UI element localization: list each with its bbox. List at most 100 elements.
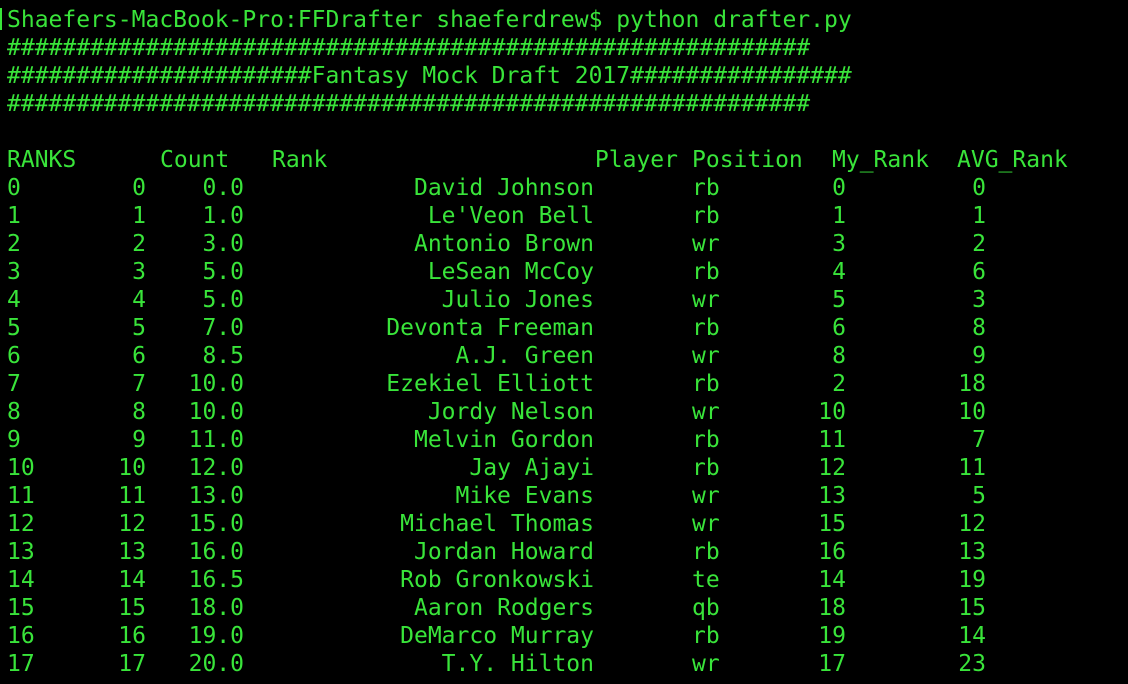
table-row: 7 7 10.0 Ezekiel Elliott rb 2 18 (0, 370, 1128, 398)
cell-position: rb (692, 371, 720, 397)
cell-count: 8 (132, 399, 146, 425)
header-position: Position (692, 147, 803, 173)
cell-rank: 5.0 (202, 259, 244, 285)
cell-position: rb (692, 203, 720, 229)
cell-player: Jay Ajayi (469, 455, 594, 481)
table-row: 9 9 11.0 Melvin Gordon rb 11 7 (0, 426, 1128, 454)
cell-position: wr (692, 511, 720, 537)
cell-my-rank: 13 (818, 483, 846, 509)
cell-count: 6 (132, 343, 146, 369)
cell-my-rank: 5 (832, 287, 846, 313)
table-row: 13 13 16.0 Jordan Howard rb 16 13 (0, 538, 1128, 566)
cell-my-rank: 6 (832, 315, 846, 341)
cell-rank: 1.0 (202, 203, 244, 229)
cell-my-rank: 14 (818, 567, 846, 593)
cell-position: rb (692, 427, 720, 453)
table-row: 6 6 8.5 A.J. Green wr 8 9 (0, 342, 1128, 370)
cell-my-rank: 11 (818, 427, 846, 453)
cell-count: 15 (118, 595, 146, 621)
cell-rank: 13.0 (188, 483, 244, 509)
cell-my-rank: 1 (832, 203, 846, 229)
cell-rank: 20.0 (188, 651, 244, 677)
cell-count: 14 (118, 567, 146, 593)
cell-index: 4 (7, 287, 21, 313)
cell-player: Antonio Brown (413, 231, 594, 257)
cell-index: 16 (7, 623, 35, 649)
table-row: 17 17 20.0 T.Y. Hilton wr 17 23 (0, 650, 1128, 678)
cell-avg-rank: 9 (972, 343, 986, 369)
cell-index: 12 (7, 511, 35, 537)
cell-player: David Johnson (413, 175, 594, 201)
cell-player: A.J. Green (455, 343, 594, 369)
cell-count: 17 (118, 651, 146, 677)
table-row: 4 4 5.0 Julio Jones wr 5 3 (0, 286, 1128, 314)
cell-rank: 5.0 (202, 287, 244, 313)
cell-my-rank: 15 (818, 511, 846, 537)
cell-player: Julio Jones (441, 287, 594, 313)
cell-player: Mike Evans (455, 483, 594, 509)
cell-player: Melvin Gordon (413, 427, 594, 453)
cell-player: Michael Thomas (400, 511, 594, 537)
cell-player: Le'Veon Bell (427, 203, 594, 229)
cell-position: rb (692, 455, 720, 481)
cell-avg-rank: 11 (958, 455, 986, 481)
banner-title-line: ######################Fantasy Mock Draft… (7, 63, 852, 89)
cell-player: LeSean McCoy (427, 259, 594, 285)
table-row: 5 5 7.0 Devonta Freeman rb 6 8 (0, 314, 1128, 342)
cell-rank: 8.5 (202, 343, 244, 369)
cell-count: 9 (132, 427, 146, 453)
cell-avg-rank: 18 (958, 371, 986, 397)
cell-index: 8 (7, 399, 21, 425)
cell-avg-rank: 7 (972, 427, 986, 453)
table-row: 15 15 18.0 Aaron Rodgers qb 18 15 (0, 594, 1128, 622)
cell-avg-rank: 3 (972, 287, 986, 313)
cell-position: wr (692, 651, 720, 677)
cell-index: 7 (7, 371, 21, 397)
cell-my-rank: 8 (832, 343, 846, 369)
cell-count: 0 (132, 175, 146, 201)
terminal-window[interactable]: Shaefers-MacBook-Pro:FFDrafter shaeferdr… (0, 0, 1128, 684)
cell-count: 13 (118, 539, 146, 565)
header-avg-rank: AVG_Rank (957, 147, 1068, 173)
header-rank: Rank (272, 147, 328, 173)
cell-index: 5 (7, 315, 21, 341)
table-row: 3 3 5.0 LeSean McCoy rb 4 6 (0, 258, 1128, 286)
cell-avg-rank: 13 (958, 539, 986, 565)
table-row: 10 10 12.0 Jay Ajayi rb 12 11 (0, 454, 1128, 482)
cell-player: Jordan Howard (413, 539, 594, 565)
cell-index: 9 (7, 427, 21, 453)
cell-rank: 18.0 (188, 595, 244, 621)
cell-rank: 12.0 (188, 455, 244, 481)
cell-my-rank: 16 (818, 539, 846, 565)
cell-rank: 15.0 (188, 511, 244, 537)
cell-position: rb (692, 259, 720, 285)
cell-rank: 16.5 (188, 567, 244, 593)
cell-index: 6 (7, 343, 21, 369)
table-row: 11 11 13.0 Mike Evans wr 13 5 (0, 482, 1128, 510)
cell-avg-rank: 14 (958, 623, 986, 649)
shell-prompt-line: Shaefers-MacBook-Pro:FFDrafter shaeferdr… (7, 7, 852, 33)
cell-position: wr (692, 483, 720, 509)
cell-position: qb (692, 595, 720, 621)
cell-count: 5 (132, 315, 146, 341)
cell-index: 17 (7, 651, 35, 677)
cell-index: 1 (7, 203, 21, 229)
cell-index: 11 (7, 483, 35, 509)
cell-position: wr (692, 399, 720, 425)
cell-index: 10 (7, 455, 35, 481)
cell-player: Ezekiel Elliott (386, 371, 594, 397)
cell-my-rank: 0 (832, 175, 846, 201)
cell-index: 15 (7, 595, 35, 621)
header-count: Count (160, 147, 230, 173)
cell-position: rb (692, 175, 720, 201)
cell-index: 0 (7, 175, 21, 201)
table-row: 2 2 3.0 Antonio Brown wr 3 2 (0, 230, 1128, 258)
header-player: Player (594, 147, 678, 173)
cell-my-rank: 10 (818, 399, 846, 425)
cell-count: 7 (132, 371, 146, 397)
cell-avg-rank: 8 (972, 315, 986, 341)
cell-player: T.Y. Hilton (441, 651, 594, 677)
cell-rank: 11.0 (188, 427, 244, 453)
cell-avg-rank: 10 (958, 399, 986, 425)
cell-count: 10 (118, 455, 146, 481)
